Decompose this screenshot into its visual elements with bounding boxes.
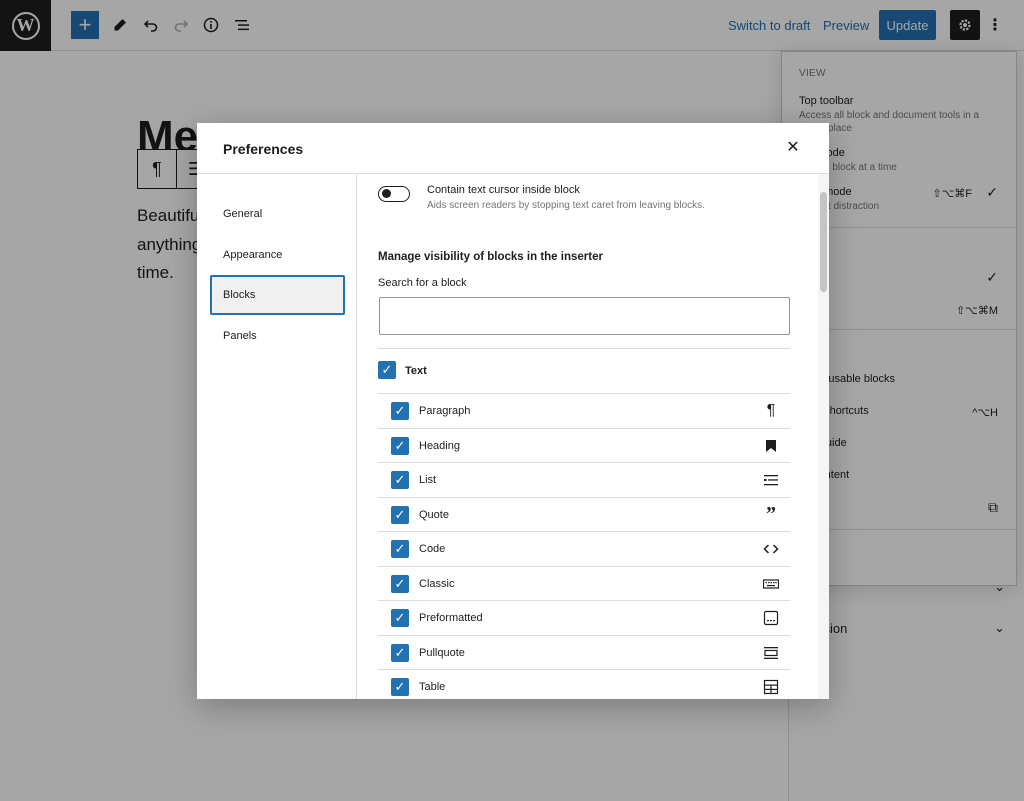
block-list: ✓ Paragraph ¶ ✓ Heading ✓ List ✓ Quote ”… <box>378 393 790 699</box>
keyboard-icon <box>762 575 780 593</box>
block-label: Paragraph <box>419 405 471 417</box>
list-item: ✓ Preformatted <box>378 600 790 635</box>
list-item: ✓ List <box>378 462 790 497</box>
list-item: ✓ Quote ” <box>378 496 790 532</box>
tab-blocks[interactable]: Blocks <box>210 275 345 315</box>
list-item: ✓ Pullquote <box>378 634 790 670</box>
block-label: Pullquote <box>419 646 465 659</box>
block-label: Code <box>419 543 446 555</box>
search-label: Search for a block <box>378 277 467 289</box>
block-checkbox[interactable]: ✓ <box>391 609 409 627</box>
block-checkbox[interactable]: ✓ <box>391 505 409 524</box>
block-label: List <box>419 474 437 486</box>
modal-title: Preferences <box>223 141 304 157</box>
list-item: ✓ Heading <box>378 427 790 463</box>
list-icon <box>762 471 780 489</box>
block-checkbox[interactable]: ✓ <box>391 540 409 558</box>
scrollbar-thumb[interactable] <box>820 192 827 292</box>
close-icon: ✕ <box>786 139 800 156</box>
category-row-text: ✓ Text <box>378 361 790 383</box>
category-checkbox[interactable]: ✓ <box>378 361 396 379</box>
block-label: Table <box>419 681 446 693</box>
preformatted-icon <box>762 609 780 627</box>
category-label: Text <box>405 365 427 377</box>
preferences-modal: Preferences ✕ General Appearance Blocks … <box>197 123 829 699</box>
block-checkbox[interactable]: ✓ <box>391 574 409 593</box>
tab-general[interactable]: General <box>210 194 345 234</box>
modal-scrollbar[interactable] <box>818 174 829 699</box>
modal-header: Preferences ✕ <box>197 123 829 174</box>
tab-panels[interactable]: Panels <box>210 316 345 356</box>
heading-icon <box>762 437 780 455</box>
toggle-knob <box>382 189 391 198</box>
block-label: Classic <box>419 577 455 590</box>
block-label: Quote <box>419 508 449 521</box>
list-item: ✓ Table <box>378 669 790 699</box>
paragraph-icon: ¶ <box>766 402 776 419</box>
toggle-label: Contain text cursor inside block <box>427 184 580 196</box>
close-button[interactable]: ✕ <box>783 137 803 157</box>
quote-icon: ” <box>766 503 776 525</box>
contain-cursor-toggle[interactable] <box>378 186 410 202</box>
block-checkbox[interactable]: ✓ <box>391 471 409 489</box>
table-icon <box>762 678 780 696</box>
toggle-description: Aids screen readers by stopping text car… <box>427 200 705 211</box>
code-icon <box>762 540 780 558</box>
list-item: ✓ Classic <box>378 565 790 601</box>
block-label: Preformatted <box>419 612 483 624</box>
pullquote-icon <box>762 644 780 662</box>
list-item: ✓ Paragraph ¶ <box>378 393 790 428</box>
block-checkbox[interactable]: ✓ <box>391 678 409 696</box>
block-search-input[interactable] <box>379 297 790 335</box>
block-label: Heading <box>419 439 460 452</box>
list-item: ✓ Code <box>378 531 790 566</box>
section-title: Manage visibility of blocks in the inser… <box>378 251 603 263</box>
tab-appearance[interactable]: Appearance <box>210 235 345 275</box>
preferences-tabs: General Appearance Blocks Panels <box>197 174 357 699</box>
block-checkbox[interactable]: ✓ <box>391 436 409 455</box>
block-checkbox[interactable]: ✓ <box>391 643 409 662</box>
block-checkbox[interactable]: ✓ <box>391 402 409 420</box>
blocks-panel: Contain text cursor inside block Aids sc… <box>358 174 818 699</box>
divider <box>378 348 790 349</box>
